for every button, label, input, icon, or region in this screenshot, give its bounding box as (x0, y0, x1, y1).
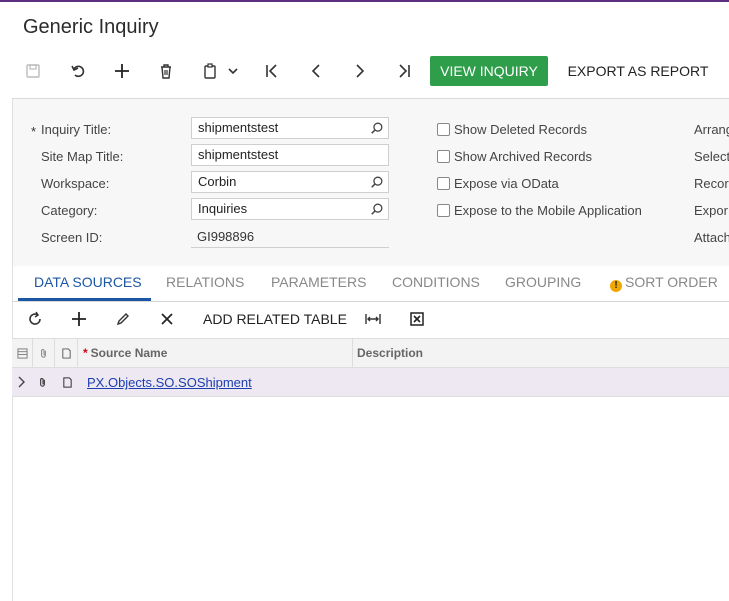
attach-label: Attach (694, 230, 729, 245)
next-record-icon[interactable] (345, 56, 375, 86)
add-related-table-button[interactable]: ADD RELATED TABLE (203, 304, 347, 334)
workspace-field[interactable]: Corbin (191, 171, 389, 193)
show-archived-records-checkbox[interactable] (437, 150, 450, 163)
source-name-header-label: Source Name (90, 346, 168, 360)
delete-icon[interactable] (151, 56, 181, 86)
view-inquiry-button[interactable]: VIEW INQUIRY (430, 56, 548, 86)
description-header-label: Description (357, 346, 424, 360)
workspace-value: Corbin (198, 174, 237, 189)
expose-mobile-checkbox[interactable] (437, 204, 450, 217)
expose-via-odata-label: Expose via OData (454, 176, 559, 191)
source-name-link[interactable]: PX.Objects.SO.SOShipment (87, 375, 252, 390)
tab-sort-order-label: SORT ORDER (625, 274, 718, 290)
tab-grouping[interactable]: GROUPING (505, 274, 581, 290)
delete-row-icon[interactable] (152, 304, 182, 334)
category-label: Category: (41, 203, 98, 218)
save-icon[interactable] (18, 56, 48, 86)
row-selector-header-icon[interactable] (12, 339, 33, 367)
category-value: Inquiries (198, 201, 248, 216)
export-label: Expor (694, 203, 728, 218)
category-field[interactable]: Inquiries (191, 198, 389, 220)
warning-icon: ! (610, 280, 622, 292)
refresh-icon[interactable] (20, 304, 50, 334)
export-as-report-button[interactable]: EXPORT AS REPORT (558, 56, 718, 86)
show-deleted-records-checkbox[interactable] (437, 123, 450, 136)
note-header-icon (55, 339, 78, 367)
tab-relations[interactable]: RELATIONS (166, 274, 244, 290)
copy-paste-icon[interactable] (195, 56, 225, 86)
tab-conditions[interactable]: CONDITIONS (392, 274, 480, 290)
note-icon[interactable] (62, 375, 73, 393)
edit-icon[interactable] (108, 304, 138, 334)
site-map-title-field[interactable]: shipmentstest (191, 144, 389, 166)
table-row[interactable]: PX.Objects.SO.SOShipment (12, 368, 729, 397)
expose-via-odata-checkbox[interactable] (437, 177, 450, 190)
search-icon[interactable] (370, 175, 384, 189)
description-column-header[interactable]: Description (353, 339, 729, 367)
records-label: Recor (694, 176, 729, 191)
tab-sort-order[interactable]: ! SORT ORDER (610, 274, 718, 292)
chevron-down-icon[interactable] (222, 56, 244, 86)
tab-data-sources[interactable]: DATA SOURCES (34, 274, 142, 290)
site-map-title-value: shipmentstest (198, 147, 279, 162)
required-marker: * (83, 346, 88, 360)
add-icon[interactable] (107, 56, 137, 86)
tab-bar-divider (12, 301, 729, 302)
page-title: Generic Inquiry (23, 16, 159, 38)
search-icon[interactable] (370, 202, 384, 216)
top-accent-line (0, 0, 729, 2)
add-row-icon[interactable] (64, 304, 94, 334)
inquiry-title-value: shipmentstest (198, 120, 279, 135)
export-excel-icon[interactable] (402, 304, 432, 334)
show-deleted-records-label: Show Deleted Records (454, 122, 587, 137)
inquiry-title-label: Inquiry Title: (41, 122, 112, 137)
fit-columns-icon[interactable] (358, 304, 388, 334)
last-record-icon[interactable] (389, 56, 419, 86)
select-label: Select (694, 149, 729, 164)
first-record-icon[interactable] (257, 56, 287, 86)
attachment-header-icon (33, 339, 55, 367)
expand-row-chevron-icon[interactable] (16, 375, 28, 389)
inquiry-title-field[interactable]: shipmentstest (191, 117, 389, 139)
workspace-label: Workspace: (41, 176, 110, 191)
source-name-column-header[interactable]: * Source Name (78, 339, 353, 367)
attachment-icon[interactable] (37, 375, 48, 393)
search-icon[interactable] (370, 121, 384, 135)
expose-mobile-label: Expose to the Mobile Application (454, 203, 642, 218)
grid-toolbar: ADD RELATED TABLE (14, 304, 729, 334)
tab-parameters[interactable]: PARAMETERS (271, 274, 366, 290)
undo-icon[interactable] (63, 56, 93, 86)
previous-record-icon[interactable] (301, 56, 331, 86)
grid-header: * Source Name Description (12, 338, 729, 368)
arrange-label: Arrang (694, 122, 729, 137)
show-archived-records-label: Show Archived Records (454, 149, 593, 164)
site-map-title-label: Site Map Title: (41, 149, 124, 164)
required-marker: * (31, 124, 37, 139)
screen-id-label: Screen ID: (41, 230, 103, 245)
main-toolbar: VIEW INQUIRY EXPORT AS REPORT (14, 56, 729, 86)
screen-id-value: GI998896 (191, 228, 389, 248)
